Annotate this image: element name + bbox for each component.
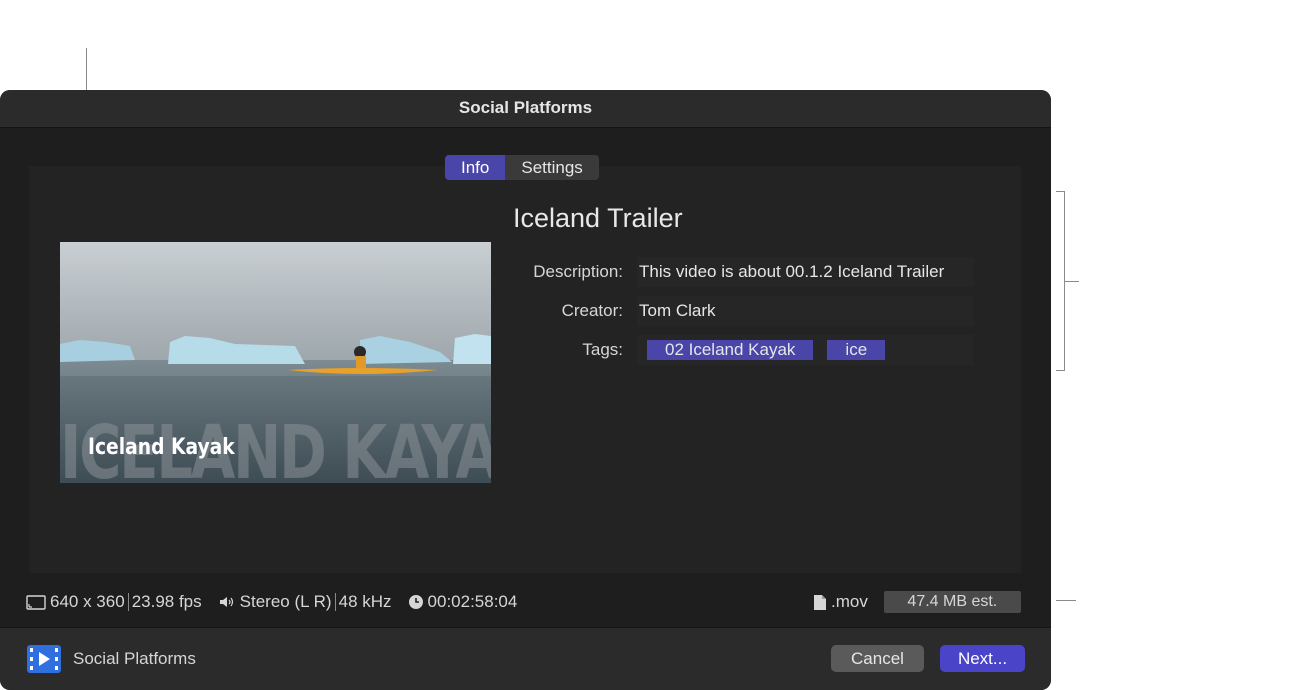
callout-line-file [1056, 600, 1076, 601]
tab-info[interactable]: Info [445, 155, 506, 180]
file-info: .mov 47.4 MB est. [813, 590, 1021, 614]
thumbnail-overlay-title: Iceland Kayak [88, 435, 235, 460]
file-size-estimate: 47.4 MB est. [883, 591, 1021, 613]
resolution-text: 640 x 360 [50, 592, 125, 611]
tab-settings[interactable]: Settings [505, 155, 599, 180]
document-icon [814, 594, 826, 610]
file-extension: .mov [831, 592, 868, 611]
tag-token[interactable]: 02 Iceland Kayak [647, 340, 814, 360]
tags-row: Tags: 02 Iceland Kayak ice [513, 335, 974, 365]
video-thumbnail: ICELAND KAYAK Iceland Kayak [60, 242, 491, 483]
fps-text: 23.98 fps [131, 592, 202, 611]
description-field[interactable]: This video is about 00.1.2 Iceland Trail… [637, 257, 974, 287]
callout-attributes: Project attributes [1084, 266, 1191, 328]
creator-row: Creator: Tom Clark [513, 296, 974, 326]
cancel-button[interactable]: Cancel [831, 645, 924, 672]
sample-rate-text: 48 kHz [338, 592, 392, 611]
separator [127, 593, 129, 611]
frame-icon [26, 594, 46, 610]
separator [334, 593, 336, 611]
tab-bar: Info Settings [445, 155, 599, 180]
share-dialog: Social Platforms Info Settings ICELAND K… [0, 90, 1051, 690]
callout-file: File information [1084, 585, 1262, 615]
speaker-icon [219, 597, 233, 607]
description-row: Description: This video is about 00.1.2 … [513, 257, 974, 287]
creator-field[interactable]: Tom Clark [637, 296, 974, 326]
audio-text: Stereo (L R) [239, 592, 332, 611]
callout-line-attributes [1064, 281, 1079, 282]
clock-icon [408, 595, 423, 609]
video-destination-icon [27, 645, 61, 673]
project-title: Iceland Trailer [513, 203, 683, 233]
destination: Social Platforms [27, 645, 196, 673]
duration-text: 00:02:58:04 [427, 592, 518, 611]
dialog-footer: Social Platforms Cancel Next... [0, 627, 1051, 690]
media-info-bar: 640 x 360 23.98 fps Stereo (L R) 48 kHz … [26, 590, 517, 614]
callout-thumbnail: Thumbnail of the first image used in the… [100, 5, 375, 67]
tag-token[interactable]: ice [827, 340, 886, 360]
tags-field[interactable]: 02 Iceland Kayak ice [637, 335, 974, 365]
callout-bracket-attributes-b [1056, 370, 1065, 371]
tags-label: Tags: [582, 340, 623, 359]
next-button[interactable]: Next... [940, 645, 1025, 672]
destination-label: Social Platforms [73, 649, 196, 668]
description-label: Description: [533, 262, 623, 281]
creator-label: Creator: [561, 301, 623, 320]
dialog-title: Social Platforms [0, 90, 1051, 128]
